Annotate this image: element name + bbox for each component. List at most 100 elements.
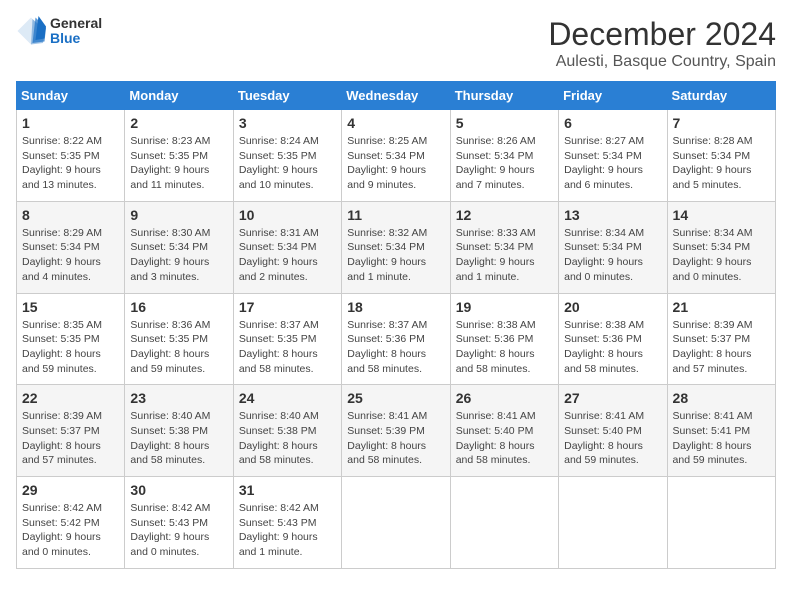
day-number: 9	[130, 207, 227, 223]
calendar-day-cell	[450, 477, 558, 569]
day-number: 14	[673, 207, 770, 223]
day-info: Sunrise: 8:38 AMSunset: 5:36 PMDaylight:…	[456, 318, 553, 377]
day-info: Sunrise: 8:28 AMSunset: 5:34 PMDaylight:…	[673, 134, 770, 193]
day-number: 27	[564, 390, 661, 406]
calendar-header-row: SundayMondayTuesdayWednesdayThursdayFrid…	[17, 82, 776, 110]
calendar-week-row: 22 Sunrise: 8:39 AMSunset: 5:37 PMDayligh…	[17, 385, 776, 477]
calendar-day-cell: 29Sunrise: 8:42 AMSunset: 5:42 PMDayligh…	[17, 477, 125, 569]
day-number: 7	[673, 115, 770, 131]
calendar-day-cell: 18Sunrise: 8:37 AMSunset: 5:36 PMDayligh…	[342, 293, 450, 385]
day-info: Sunrise: 8:30 AMSunset: 5:34 PMDaylight:…	[130, 226, 227, 285]
calendar-weekday: Sunday	[17, 82, 125, 110]
calendar-day-cell: 6Sunrise: 8:27 AMSunset: 5:34 PMDaylight…	[559, 110, 667, 202]
day-info: Sunrise: 8:41 AMSunset: 5:40 PMDaylight:…	[456, 409, 553, 468]
day-info: Sunrise: 8:32 AMSunset: 5:34 PMDaylight:…	[347, 226, 444, 285]
calendar-day-cell: 14 Sunrise: 8:34 AMSunset: 5:34 PMDayligh…	[667, 201, 775, 293]
day-info: Sunrise: 8:24 AMSunset: 5:35 PMDaylight:…	[239, 134, 336, 193]
calendar-day-cell: 24 Sunrise: 8:40 AMSunset: 5:38 PMDayligh…	[233, 385, 341, 477]
title-area: December 2024 Aulesti, Basque Country, S…	[548, 16, 776, 71]
day-info: Sunrise: 8:29 AMSunset: 5:34 PMDaylight:…	[22, 226, 119, 285]
day-info: Sunrise: 8:38 AMSunset: 5:36 PMDaylight:…	[564, 318, 661, 377]
day-number: 28	[673, 390, 770, 406]
calendar-day-cell: 30Sunrise: 8:42 AMSunset: 5:43 PMDayligh…	[125, 477, 233, 569]
calendar-day-cell: 13 Sunrise: 8:34 AMSunset: 5:34 PMDayligh…	[559, 201, 667, 293]
day-info: Sunrise: 8:41 AMSunset: 5:40 PMDaylight:…	[564, 409, 661, 468]
day-number: 20	[564, 299, 661, 315]
day-number: 19	[456, 299, 553, 315]
calendar-day-cell	[667, 477, 775, 569]
calendar-day-cell: 17Sunrise: 8:37 AMSunset: 5:35 PMDayligh…	[233, 293, 341, 385]
day-number: 5	[456, 115, 553, 131]
day-number: 26	[456, 390, 553, 406]
day-number: 8	[22, 207, 119, 223]
day-info: Sunrise: 8:41 AMSunset: 5:41 PMDaylight:…	[673, 409, 770, 468]
day-number: 29	[22, 482, 119, 498]
calendar-day-cell: 23 Sunrise: 8:40 AMSunset: 5:38 PMDayligh…	[125, 385, 233, 477]
day-number: 18	[347, 299, 444, 315]
calendar-day-cell: 12 Sunrise: 8:33 AMSunset: 5:34 PMDayligh…	[450, 201, 558, 293]
page-title: December 2024	[548, 16, 776, 53]
calendar-day-cell: 4 Sunrise: 8:25 AMSunset: 5:34 PMDaylight…	[342, 110, 450, 202]
calendar-day-cell: 8 Sunrise: 8:29 AMSunset: 5:34 PMDaylight…	[17, 201, 125, 293]
day-number: 4	[347, 115, 444, 131]
day-number: 23	[130, 390, 227, 406]
calendar-day-cell: 27 Sunrise: 8:41 AMSunset: 5:40 PMDayligh…	[559, 385, 667, 477]
calendar-day-cell: 26 Sunrise: 8:41 AMSunset: 5:40 PMDayligh…	[450, 385, 558, 477]
calendar-week-row: 1Sunrise: 8:22 AMSunset: 5:35 PMDaylight…	[17, 110, 776, 202]
calendar-day-cell: 7 Sunrise: 8:28 AMSunset: 5:34 PMDaylight…	[667, 110, 775, 202]
day-number: 13	[564, 207, 661, 223]
day-info: Sunrise: 8:39 AMSunset: 5:37 PMDaylight:…	[673, 318, 770, 377]
day-info: Sunrise: 8:31 AMSunset: 5:34 PMDaylight:…	[239, 226, 336, 285]
calendar-weekday: Friday	[559, 82, 667, 110]
calendar-weekday: Thursday	[450, 82, 558, 110]
calendar-day-cell: 5 Sunrise: 8:26 AMSunset: 5:34 PMDaylight…	[450, 110, 558, 202]
calendar-day-cell: 2Sunrise: 8:23 AMSunset: 5:35 PMDaylight…	[125, 110, 233, 202]
calendar-day-cell: 21 Sunrise: 8:39 AMSunset: 5:37 PMDayligh…	[667, 293, 775, 385]
calendar-weekday: Monday	[125, 82, 233, 110]
calendar-day-cell	[342, 477, 450, 569]
day-number: 21	[673, 299, 770, 315]
calendar-day-cell: 16Sunrise: 8:36 AMSunset: 5:35 PMDayligh…	[125, 293, 233, 385]
day-number: 10	[239, 207, 336, 223]
calendar-day-cell	[559, 477, 667, 569]
calendar-table: SundayMondayTuesdayWednesdayThursdayFrid…	[16, 81, 776, 569]
day-number: 30	[130, 482, 227, 498]
day-number: 25	[347, 390, 444, 406]
day-number: 24	[239, 390, 336, 406]
calendar-day-cell: 3 Sunrise: 8:24 AMSunset: 5:35 PMDaylight…	[233, 110, 341, 202]
calendar-day-cell: 28 Sunrise: 8:41 AMSunset: 5:41 PMDayligh…	[667, 385, 775, 477]
day-info: Sunrise: 8:40 AMSunset: 5:38 PMDaylight:…	[130, 409, 227, 468]
day-number: 12	[456, 207, 553, 223]
day-info: Sunrise: 8:39 AMSunset: 5:37 PMDaylight:…	[22, 409, 119, 468]
day-info: Sunrise: 8:26 AMSunset: 5:34 PMDaylight:…	[456, 134, 553, 193]
day-info: Sunrise: 8:40 AMSunset: 5:38 PMDaylight:…	[239, 409, 336, 468]
day-info: Sunrise: 8:34 AMSunset: 5:34 PMDaylight:…	[564, 226, 661, 285]
calendar-day-cell: 31Sunrise: 8:42 AMSunset: 5:43 PMDayligh…	[233, 477, 341, 569]
day-info: Sunrise: 8:33 AMSunset: 5:34 PMDaylight:…	[456, 226, 553, 285]
logo-icon	[16, 16, 46, 46]
day-number: 15	[22, 299, 119, 315]
day-number: 22	[22, 390, 119, 406]
day-info: Sunrise: 8:23 AMSunset: 5:35 PMDaylight:…	[130, 134, 227, 193]
calendar-weekday: Tuesday	[233, 82, 341, 110]
day-number: 1	[22, 115, 119, 131]
calendar-day-cell: 19 Sunrise: 8:38 AMSunset: 5:36 PMDayligh…	[450, 293, 558, 385]
day-number: 3	[239, 115, 336, 131]
calendar-day-cell: 25 Sunrise: 8:41 AMSunset: 5:39 PMDayligh…	[342, 385, 450, 477]
calendar-week-row: 8 Sunrise: 8:29 AMSunset: 5:34 PMDaylight…	[17, 201, 776, 293]
logo: General Blue	[16, 16, 102, 47]
day-info: Sunrise: 8:27 AMSunset: 5:34 PMDaylight:…	[564, 134, 661, 193]
calendar-week-row: 29Sunrise: 8:42 AMSunset: 5:42 PMDayligh…	[17, 477, 776, 569]
day-number: 17	[239, 299, 336, 315]
day-info: Sunrise: 8:34 AMSunset: 5:34 PMDaylight:…	[673, 226, 770, 285]
calendar-day-cell: 20 Sunrise: 8:38 AMSunset: 5:36 PMDayligh…	[559, 293, 667, 385]
day-info: Sunrise: 8:41 AMSunset: 5:39 PMDaylight:…	[347, 409, 444, 468]
calendar-weekday: Saturday	[667, 82, 775, 110]
calendar-day-cell: 22 Sunrise: 8:39 AMSunset: 5:37 PMDayligh…	[17, 385, 125, 477]
logo-general: General	[50, 16, 102, 31]
calendar-day-cell: 1Sunrise: 8:22 AMSunset: 5:35 PMDaylight…	[17, 110, 125, 202]
day-number: 16	[130, 299, 227, 315]
day-number: 11	[347, 207, 444, 223]
logo-text: General Blue	[50, 16, 102, 47]
day-info: Sunrise: 8:25 AMSunset: 5:34 PMDaylight:…	[347, 134, 444, 193]
